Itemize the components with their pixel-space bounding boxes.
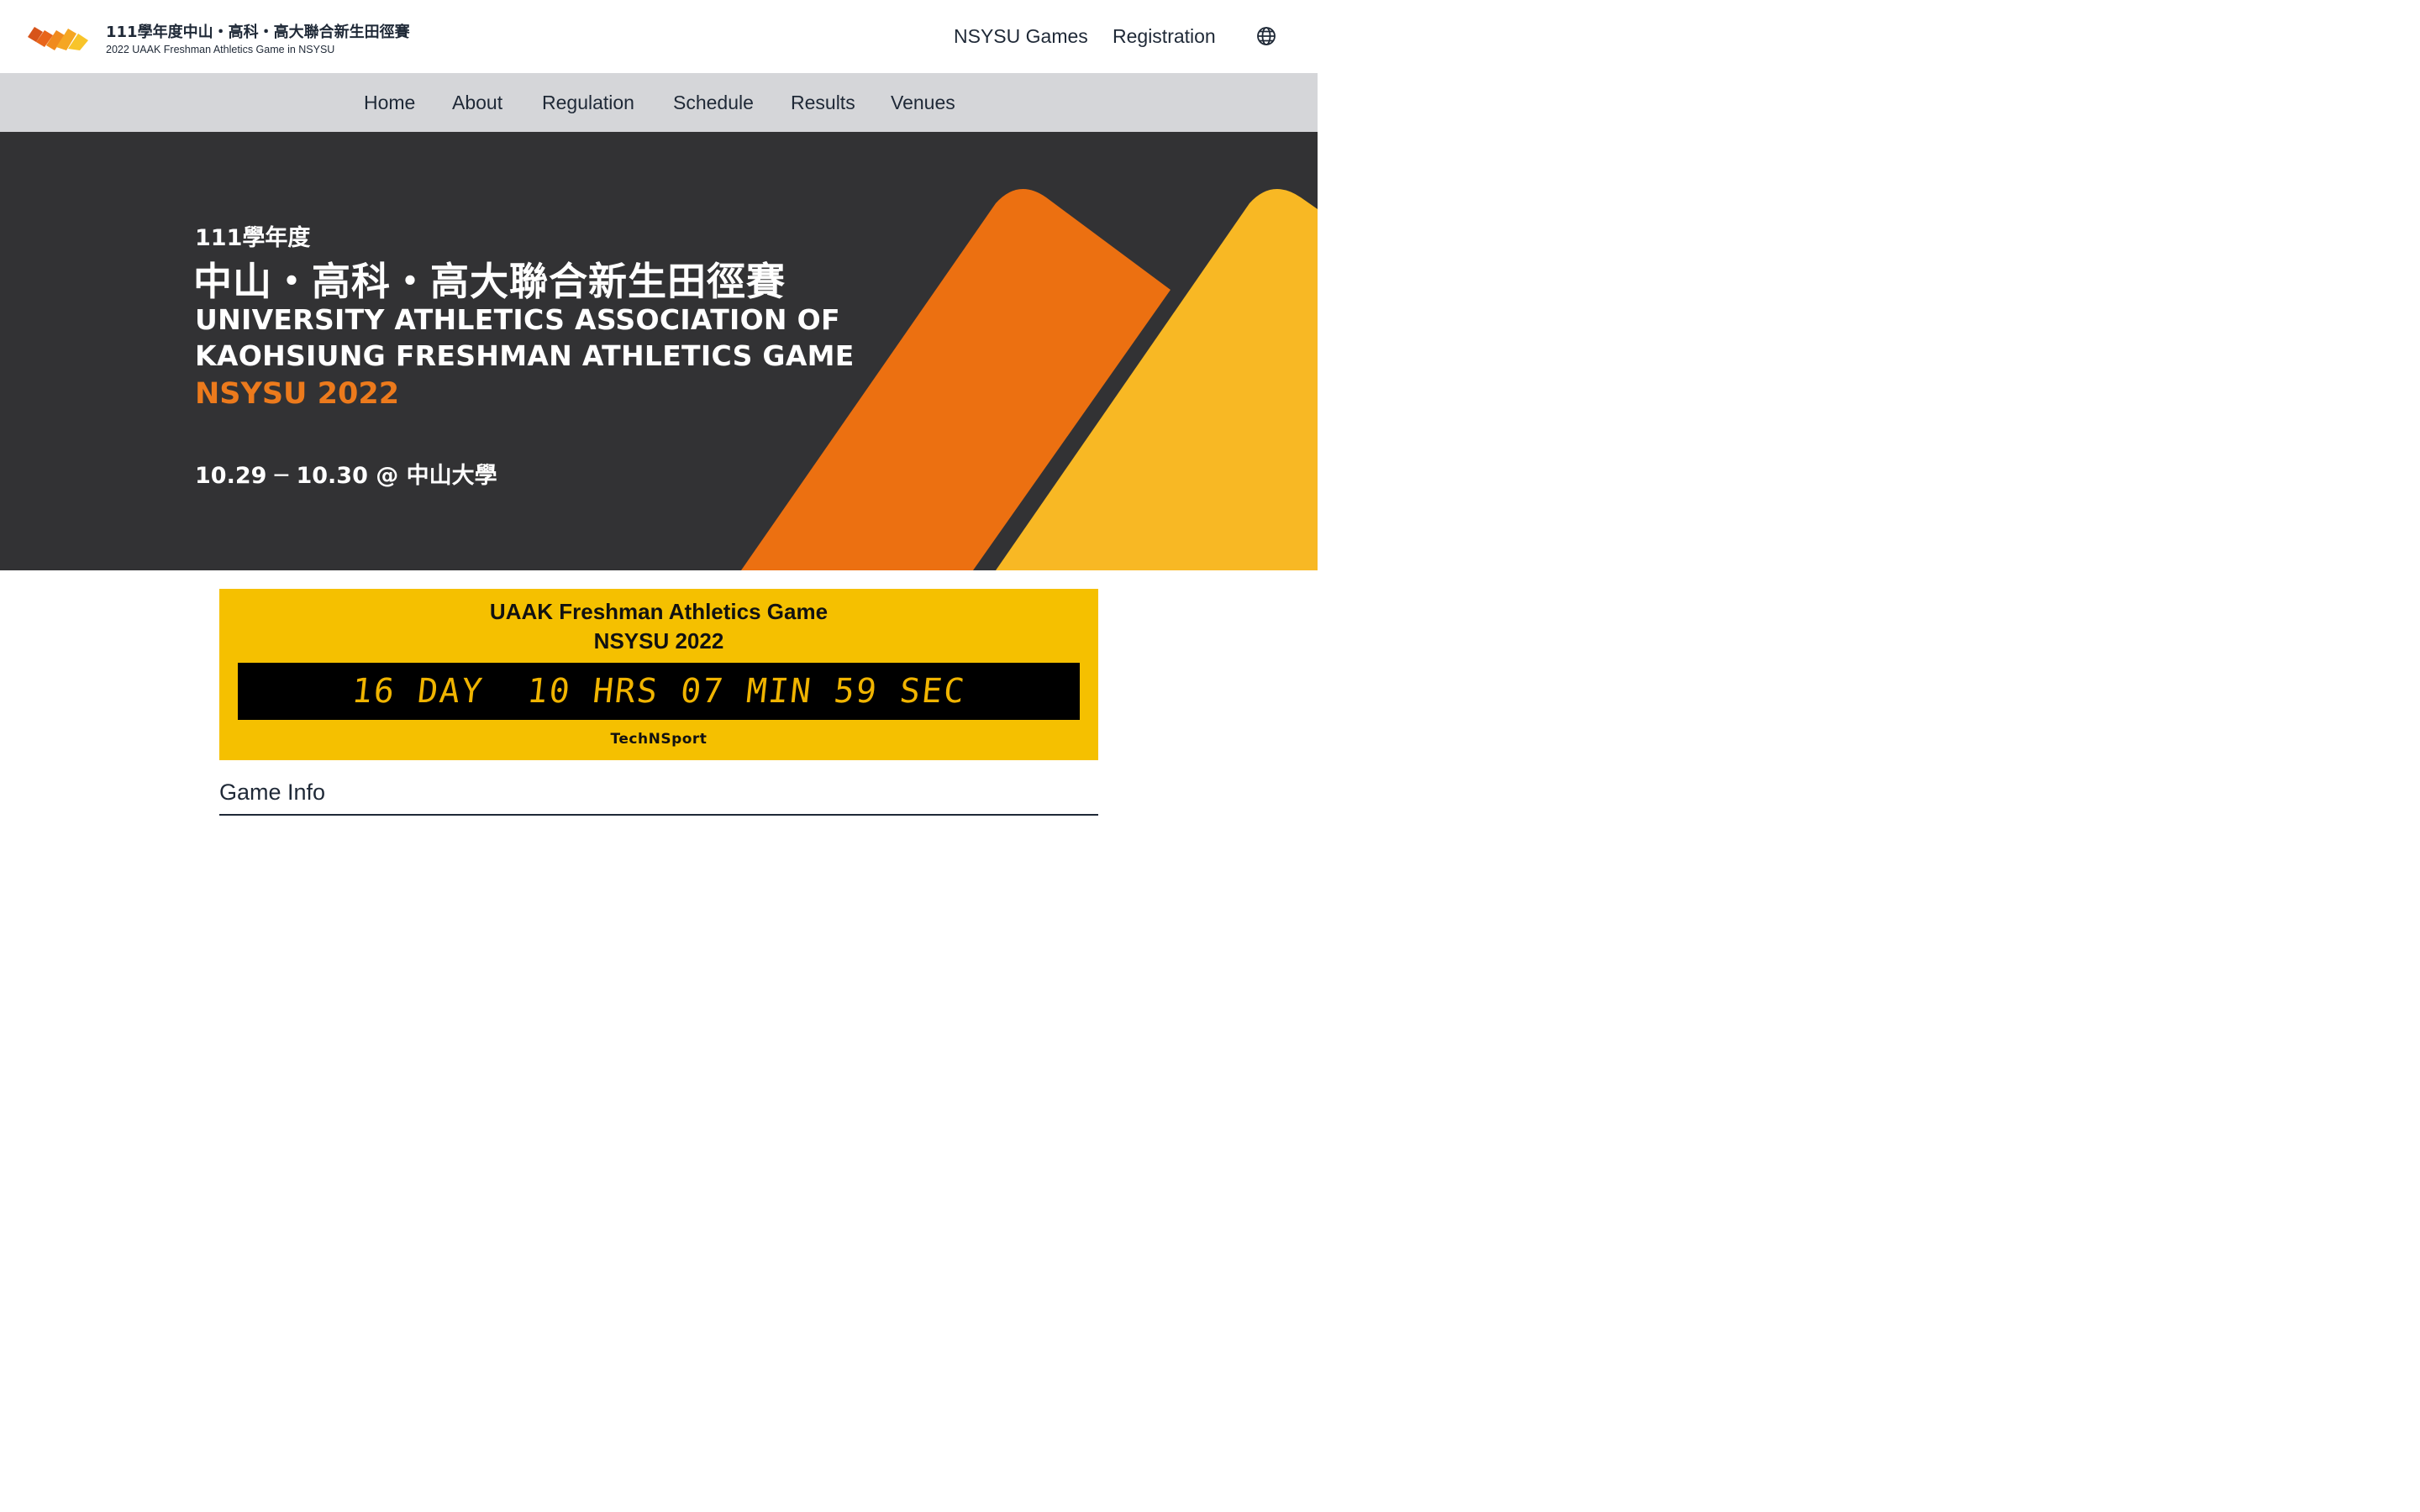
hero-title-en-line2: KAOHSIUNG FRESHMAN ATHLETICS GAME (195, 339, 855, 372)
main-nav: Home About Regulation Schedule Results V… (0, 73, 1318, 132)
hero-title-zh: 中山・高科・高大聯合新生田徑賽 (193, 259, 786, 304)
globe-icon[interactable] (1256, 26, 1276, 46)
game-info-heading: Game Info (219, 780, 326, 805)
nav-home[interactable]: Home (364, 92, 415, 114)
nsysu-games-link[interactable]: NSYSU Games (954, 25, 1088, 48)
site-logo-icon[interactable] (28, 24, 88, 50)
countdown-brand[interactable]: TechNSport (219, 731, 1098, 748)
hero-highlight: NSYSU 2022 (195, 377, 400, 411)
nav-venues[interactable]: Venues (891, 92, 955, 114)
site-subtitle: 2022 UAAK Freshman Athletics Game in NSY… (106, 44, 335, 55)
countdown-title-line1: UAAK Freshman Athletics Game (489, 599, 829, 624)
nav-regulation[interactable]: Regulation (542, 92, 634, 114)
countdown-widget: UAAK Freshman Athletics Game NSYSU 2022 … (219, 589, 1098, 760)
game-info-divider (219, 814, 1098, 816)
top-header: 111學年度中山・高科・高大聯合新生田徑賽 2022 UAAK Freshman… (0, 0, 1318, 73)
countdown-timer: 16 DAY 10 HRS 07 MIN 59 SEC (350, 672, 968, 711)
countdown-display: 16 DAY 10 HRS 07 MIN 59 SEC (238, 663, 1080, 720)
site-title[interactable]: 111學年度中山・高科・高大聯合新生田徑賽 (106, 20, 410, 42)
countdown-title-line2: NSYSU 2022 (593, 628, 724, 654)
hero-year: 111學年度 (195, 225, 311, 251)
nav-schedule[interactable]: Schedule (673, 92, 754, 114)
hero-date: 10.29 ─ 10.30 @ 中山大學 (195, 463, 497, 489)
hero-title-en-line1: UNIVERSITY ATHLETICS ASSOCIATION OF (195, 303, 840, 336)
hero-banner: 111學年度 中山・高科・高大聯合新生田徑賽 UNIVERSITY ATHLET… (0, 132, 1318, 570)
nav-about[interactable]: About (452, 92, 502, 114)
registration-link[interactable]: Registration (1113, 25, 1216, 48)
nav-results[interactable]: Results (791, 92, 855, 114)
